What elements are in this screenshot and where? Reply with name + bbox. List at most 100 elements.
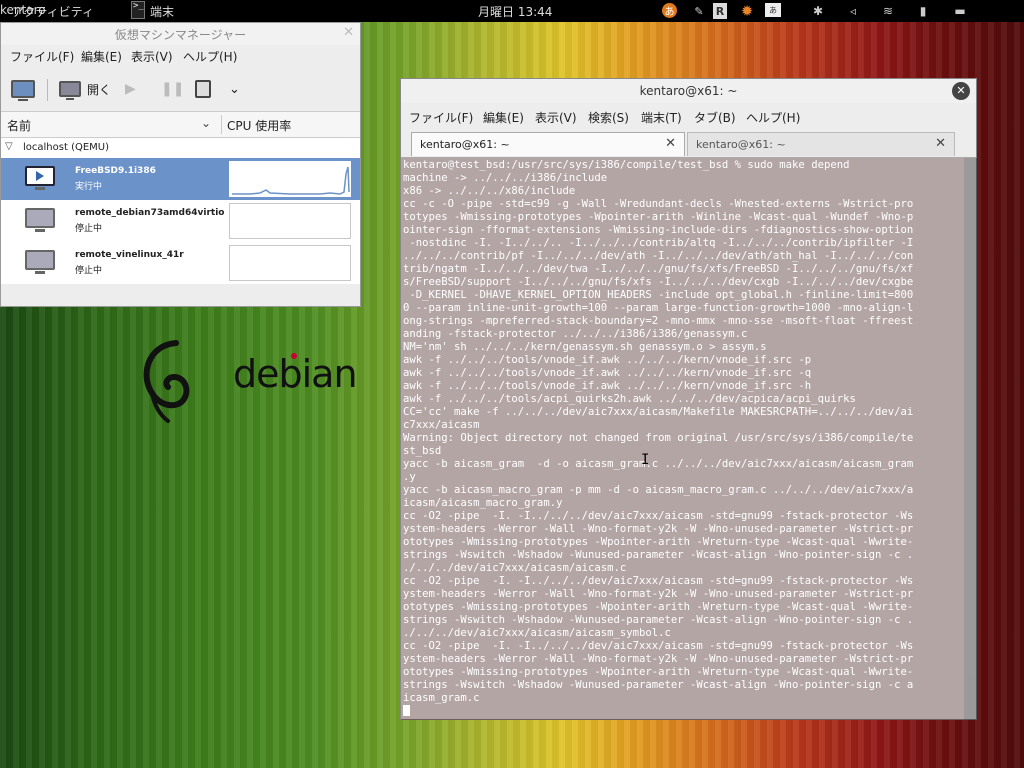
r-icon[interactable]: R [713, 3, 727, 19]
app-menu[interactable]: 端末 [150, 3, 174, 20]
close-icon[interactable]: ✕ [665, 136, 676, 151]
vmm-menubar: ファイル(F) 編集(E) 表示(V) ヘルプ(H) [1, 45, 360, 67]
menu-view[interactable]: 表示(V) [535, 109, 577, 126]
vm-state: 実行中 [75, 182, 103, 192]
terminal-line: ystem-headers -Werror -Wall -Wno-format-… [403, 588, 914, 600]
menu-edit[interactable]: 編集(E) [483, 109, 524, 126]
terminal-line: kentaro@test_bsd:/usr/src/sys/i386/compi… [403, 159, 850, 171]
menu-tabs[interactable]: タブ(B) [694, 109, 736, 126]
vm-row-freebsd[interactable]: FreeBSD9.1i386 実行中 [1, 158, 360, 200]
terminal-line: ototypes -Wmissing-prototypes -Wpointer-… [403, 601, 914, 613]
user-menu[interactable]: kentaro [0, 3, 46, 19]
chevron-down-icon[interactable]: ⌄ [201, 116, 211, 130]
terminal-tabs: kentaro@x61: ~ ✕ kentaro@x61: ~ ✕ [401, 129, 976, 158]
stopped-vm-icon [25, 250, 55, 274]
terminal-line: yacc -b aicasm_gram -d -o aicasm_gram.c … [403, 458, 914, 470]
vm-name: remote_debian73amd64virtio [75, 208, 225, 218]
tab-label: kentaro@x61: ~ [420, 138, 510, 151]
host-label: localhost (QEMU) [23, 142, 110, 153]
shutdown-button[interactable] [195, 75, 211, 103]
vm-state: 停止中 [75, 224, 103, 234]
ime-icon[interactable]: あ [662, 3, 677, 18]
vmm-toolbar: 開く ▶ ❚❚ ⌄ [1, 67, 360, 112]
column-cpu[interactable]: CPU 使用率 [227, 117, 291, 134]
terminal-cursor [403, 705, 410, 716]
stopped-vm-icon [25, 208, 55, 232]
terminal-line: awk -f ../../../tools/vnode_if.awk ../..… [403, 380, 812, 392]
terminal-line: cc -c -O -pipe -std=c99 -g -Wall -Wredun… [403, 198, 914, 210]
debian-swirl-logo [143, 340, 190, 423]
terminal-line: ototypes -Wmissing-prototypes -Wpointer-… [403, 666, 914, 678]
debian-logo-dot [291, 353, 297, 359]
host-row[interactable]: ▽ localhost (QEMU) [1, 138, 360, 158]
terminal-line: ototypes -Wmissing-prototypes -Wpointer-… [403, 536, 914, 548]
menu-help[interactable]: ヘルプ(H) [183, 48, 237, 65]
column-divider [221, 115, 222, 134]
new-vm-button[interactable] [11, 75, 35, 103]
open-button[interactable]: 開く [59, 75, 111, 103]
expander-icon[interactable]: ▽ [5, 141, 13, 152]
cpu-graph [229, 203, 351, 239]
tab-2[interactable]: kentaro@x61: ~ ✕ [687, 132, 955, 156]
vm-manager-window: 仮想マシンマネージャー ✕ ファイル(F) 編集(E) 表示(V) ヘルプ(H)… [0, 22, 361, 307]
terminal-line: s/FreeBSD/support -I../../../gnu/fs/xfs … [403, 276, 914, 288]
menu-help[interactable]: ヘルプ(H) [746, 109, 800, 126]
vmm-title: 仮想マシンマネージャー [114, 28, 247, 42]
pen-icon[interactable]: ✎ [691, 3, 707, 19]
terminal-output[interactable]: kentaro@test_bsd:/usr/src/sys/i386/compi… [401, 158, 964, 720]
terminal-titlebar[interactable]: kentaro@x61: ~ ✕ [401, 79, 976, 103]
column-name[interactable]: 名前 [7, 117, 31, 134]
menu-file[interactable]: ファイル(F) [409, 109, 473, 126]
close-icon[interactable]: ✕ [935, 136, 946, 151]
terminal-line: ong-strings -mpreferred-stack-boundary=2… [403, 315, 914, 327]
terminal-line: awk -f ../../../tools/vnode_if.awk ../..… [403, 367, 812, 379]
terminal-line: strings -Wswitch -Wshadow -Wunused-param… [403, 679, 914, 691]
monitor-icon [59, 81, 81, 100]
close-icon[interactable]: ✕ [952, 82, 970, 100]
tab-1[interactable]: kentaro@x61: ~ ✕ [411, 132, 685, 156]
user-icon[interactable]: ▬ [952, 3, 968, 19]
terminal-line: cc -O2 -pipe -I. -I../../../dev/aic7xxx/… [403, 575, 914, 587]
wifi-icon[interactable]: ≋ [880, 3, 896, 19]
battery-icon[interactable]: ▮ [915, 3, 931, 19]
settings-icon[interactable]: ✹ [739, 2, 755, 20]
vmm-titlebar[interactable]: 仮想マシンマネージャー ✕ [1, 23, 360, 45]
vm-list-header: 名前 ⌄ CPU 使用率 [1, 112, 360, 138]
new-vm-icon [11, 80, 35, 101]
menu-edit[interactable]: 編集(E) [81, 48, 122, 65]
menu-file[interactable]: ファイル(F) [10, 48, 74, 65]
terminal-line: ./../../dev/aic7xxx/aicasm/aicasm_symbol… [403, 627, 671, 639]
play-icon[interactable]: ▶ [125, 75, 136, 103]
close-icon[interactable]: ✕ [343, 25, 354, 40]
menu-terminal[interactable]: 端末(T) [641, 109, 682, 126]
chevron-down-icon[interactable]: ⌄ [229, 75, 240, 103]
shutdown-icon [195, 80, 211, 98]
pause-icon[interactable]: ❚❚ [161, 75, 184, 103]
vm-row-debian[interactable]: remote_debian73amd64virtio 停止中 [1, 200, 360, 242]
terminal-line: anding -fstack-protector ../../../i386/i… [403, 328, 748, 340]
terminal-line: NM='nm' sh ../../../kern/genassym.sh gen… [403, 341, 767, 353]
terminal-line: strings -Wswitch -Wshadow -Wunused-param… [403, 549, 914, 561]
terminal-line: ystem-headers -Werror -Wall -Wno-format-… [403, 653, 914, 665]
terminal-line: Warning: Object directory not changed fr… [403, 432, 914, 444]
menu-view[interactable]: 表示(V) [131, 48, 173, 65]
terminal-line: ../../../contrib/pf -I../../../dev/ath -… [403, 250, 914, 262]
vm-name: remote_vinelinux_41r [75, 250, 184, 260]
menu-search[interactable]: 検索(S) [588, 109, 629, 126]
terminal-app-icon[interactable]: >_ [131, 1, 145, 19]
terminal-line: ointer-sign -fformat-extensions -Wmissin… [403, 224, 914, 236]
accessibility-icon[interactable]: ✱ [810, 3, 826, 19]
terminal-scrollbar[interactable] [964, 158, 977, 720]
scrollbar-thumb[interactable] [967, 676, 974, 716]
terminal-line: strings -Wswitch -Wshadow -Wunused-param… [403, 614, 914, 626]
vm-row-vinelinux[interactable]: remote_vinelinux_41r 停止中 [1, 242, 360, 284]
keyboard-icon[interactable]: あ [765, 3, 781, 17]
play-icon [36, 171, 44, 181]
terminal-line: CC='cc' make -f ../../../dev/aic7xxx/aic… [403, 406, 914, 418]
terminal-line: icasm_gram.c [403, 692, 480, 704]
clock[interactable]: 月曜日 13:44 [478, 3, 552, 20]
terminal-line: st_bsd [403, 445, 442, 457]
terminal-line: cc -O2 -pipe -I. -I../../../dev/aic7xxx/… [403, 510, 914, 522]
terminal-line: icasm/aicasm_macro_gram.y [403, 497, 563, 509]
volume-icon[interactable]: ◃ [845, 3, 861, 19]
